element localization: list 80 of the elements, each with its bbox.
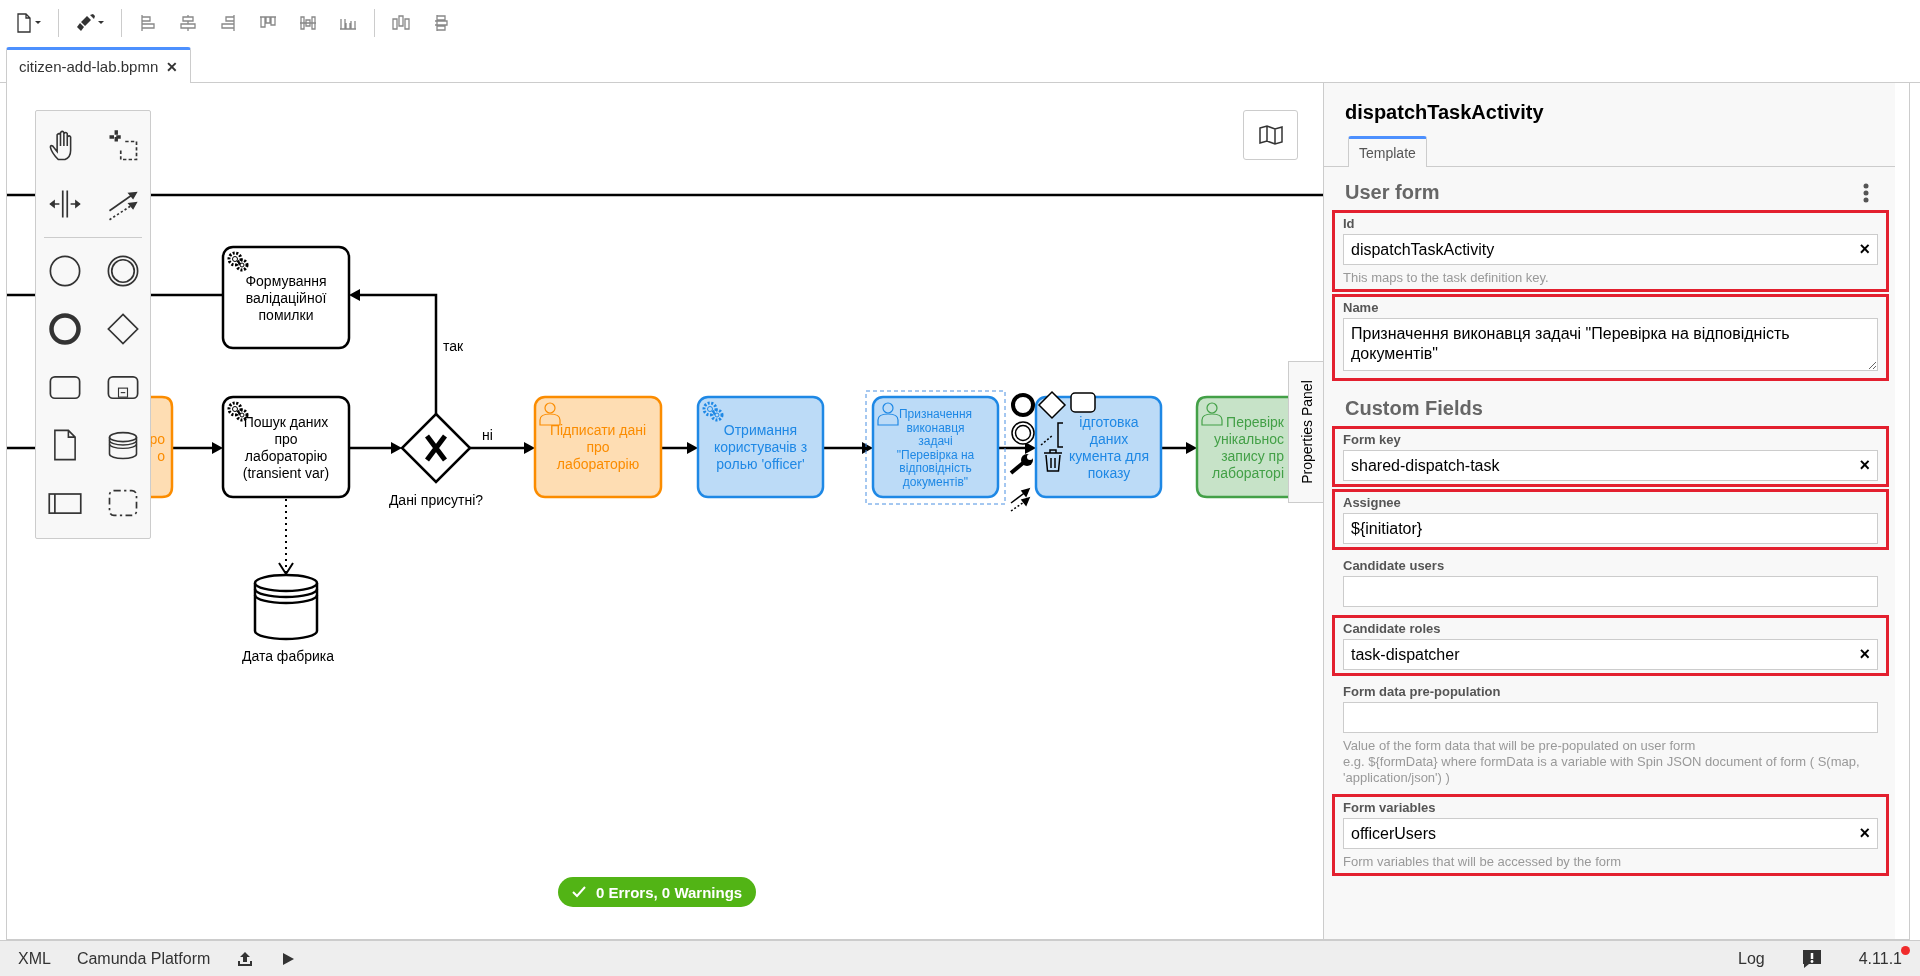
sequence-flow xyxy=(661,442,698,454)
validation-text: 0 Errors, 0 Warnings xyxy=(596,883,743,901)
task-label: Перевірк унікальнос запису пр лабораторі xyxy=(1212,413,1284,481)
field-label: Candidate roles xyxy=(1343,621,1442,636)
flow-label: так xyxy=(443,338,464,354)
gateway[interactable] xyxy=(400,412,472,484)
task[interactable] xyxy=(221,245,351,350)
task[interactable] xyxy=(1034,395,1163,499)
file-tab[interactable]: citizen-add-lab.bpmn ✕ xyxy=(6,47,192,83)
field-label: Id xyxy=(1343,216,1356,231)
user-icon xyxy=(1201,402,1223,426)
gateway-icon[interactable] xyxy=(105,311,141,347)
field-label: Form key xyxy=(1343,432,1402,447)
data-store[interactable] xyxy=(253,573,319,641)
field-description: Value of the form data that will be pre-populated on user form e.g. ${formData} where formData is a variable with Spin JSON document of form ( S(map, 'application/json') ) xyxy=(1343,738,1861,786)
sequence-flow xyxy=(823,442,873,454)
minimap-button[interactable] xyxy=(1243,110,1298,160)
new-file-icon xyxy=(16,12,42,33)
feedback-icon[interactable] xyxy=(1800,947,1823,970)
end-event-icon[interactable] xyxy=(1011,393,1035,417)
field-label: Name xyxy=(1343,300,1380,315)
sequence-flow xyxy=(172,442,223,454)
task-label: ідготовка даних кумента для показу xyxy=(1068,413,1150,481)
group-title: Custom Fields xyxy=(1345,397,1483,420)
clear-button[interactable]: × xyxy=(1857,456,1872,474)
more-icon[interactable] xyxy=(1863,182,1869,203)
upload-icon[interactable] xyxy=(236,949,255,968)
check-icon xyxy=(572,886,586,898)
gateway-icon[interactable] xyxy=(1037,390,1067,420)
gateway-label: Дані присутні? xyxy=(388,492,484,508)
connect-icon[interactable] xyxy=(1010,487,1031,512)
field-label: Form data pre-population xyxy=(1343,684,1502,699)
task-label: Отримання користувачів з ролью 'officer' xyxy=(713,422,808,472)
start-event-icon[interactable] xyxy=(47,253,83,289)
input-field[interactable]: ${initiator} xyxy=(1343,513,1878,544)
data-store-label: Дата фабрика xyxy=(242,648,334,664)
task-label: Формування валідаційної помилки xyxy=(245,272,327,323)
log-button[interactable]: Log xyxy=(1732,949,1771,968)
input-field[interactable] xyxy=(1343,702,1878,733)
map-icon xyxy=(1257,124,1284,146)
input-field[interactable] xyxy=(1343,576,1878,607)
field-description: This maps to the task definition key. xyxy=(1343,270,1550,286)
clear-button[interactable]: × xyxy=(1857,824,1872,842)
status-bar-item[interactable]: Camunda Platform xyxy=(70,949,217,968)
file-tab-label: citizen-add-lab.bpmn xyxy=(19,58,159,75)
panel-title: dispatchTaskActivity xyxy=(1344,100,1545,124)
user-icon xyxy=(877,402,899,426)
text-area[interactable]: Призначення виконавця задачі "Перевірка на відповідність документів" xyxy=(1343,318,1878,371)
user-icon xyxy=(539,402,561,426)
clear-button[interactable]: × xyxy=(1857,240,1872,258)
flow-label: ні xyxy=(482,427,493,443)
clear-button[interactable]: × xyxy=(1857,645,1872,663)
gear-icon xyxy=(227,251,249,272)
task-icon[interactable] xyxy=(1070,392,1096,413)
close-button[interactable]: ✕ xyxy=(166,58,179,75)
intermediate-event-icon[interactable] xyxy=(105,253,141,289)
field-label: Assignee xyxy=(1343,495,1402,510)
end-event-icon[interactable] xyxy=(47,311,83,347)
panel-tab[interactable]: Template xyxy=(1348,136,1427,167)
brush-icon xyxy=(75,12,105,33)
sequence-flow xyxy=(470,442,535,454)
annotation-icon[interactable] xyxy=(1040,422,1064,448)
trash-icon[interactable] xyxy=(1043,449,1063,472)
task-label: Пошук даних про лабораторію (transient var) xyxy=(242,413,330,481)
wrench-icon[interactable] xyxy=(1009,454,1033,475)
properties-panel-tab[interactable]: Properties Panel xyxy=(1288,361,1323,503)
sequence-flow xyxy=(998,442,1036,454)
task-label: Призначення виконавця задачі "Перевірка на відповідність документів" xyxy=(896,407,975,489)
sequence-flow xyxy=(1161,442,1197,454)
intermediate-event-icon[interactable] xyxy=(1011,421,1035,445)
field-label: Form variables xyxy=(1343,800,1437,815)
version-button[interactable]: 4.11.1 xyxy=(1852,949,1908,968)
gear-icon xyxy=(702,401,724,422)
status-bar-item[interactable]: XML xyxy=(12,949,57,968)
field-label: Candidate users xyxy=(1343,558,1446,573)
field-description: Form variables that will be accessed by the form xyxy=(1343,854,1623,870)
group-title: User form xyxy=(1345,181,1440,204)
task-label: Підписати дані про лабораторію xyxy=(549,422,647,472)
sequence-flow xyxy=(349,442,402,454)
task[interactable] xyxy=(221,395,351,499)
